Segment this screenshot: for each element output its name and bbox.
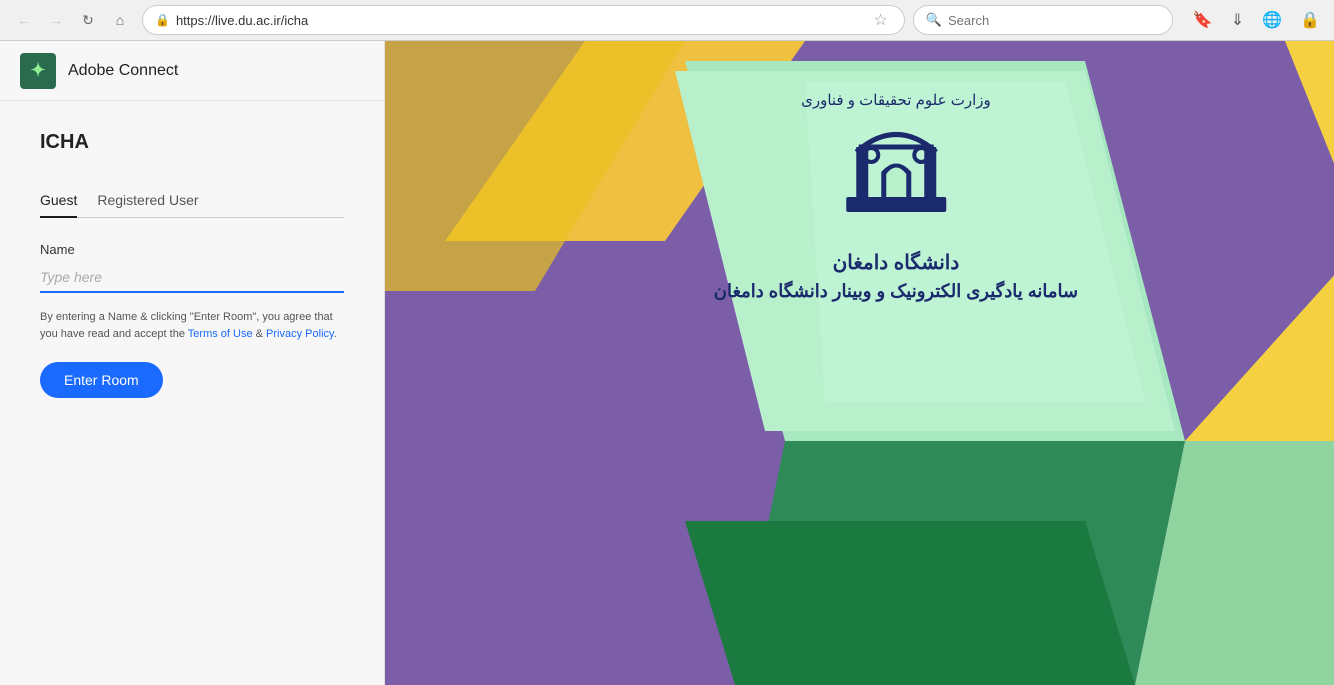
name-input[interactable] bbox=[40, 263, 344, 293]
room-name: ICHA bbox=[40, 131, 344, 154]
university-text-name: دانشگاه دامغان bbox=[714, 250, 1078, 275]
right-panel: وزارت علوم تحقیقات و فناوری bbox=[385, 41, 1334, 685]
name-label: Name bbox=[40, 242, 344, 257]
address-bar[interactable] bbox=[176, 13, 864, 28]
pocket-button[interactable]: 🔖 bbox=[1189, 8, 1217, 32]
search-input[interactable] bbox=[948, 13, 1160, 28]
terms-text: By entering a Name & clicking "Enter Roo… bbox=[40, 309, 344, 342]
university-text-top: وزارت علوم تحقیقات و فناوری bbox=[714, 91, 1078, 109]
forward-button[interactable]: → bbox=[42, 6, 70, 34]
address-bar-container: 🔒 ☆ bbox=[142, 5, 905, 35]
tab-registered-user[interactable]: Registered User bbox=[97, 184, 198, 218]
login-area: ICHA Guest Registered User Name By enter… bbox=[0, 101, 384, 685]
privacy-policy-link[interactable]: Privacy Policy bbox=[266, 328, 334, 340]
home-button[interactable]: ⌂ bbox=[106, 6, 134, 34]
back-button[interactable]: ← bbox=[10, 6, 38, 34]
university-overlay: وزارت علوم تحقیقات و فناوری bbox=[714, 91, 1078, 302]
download-button[interactable]: ⇓ bbox=[1227, 8, 1248, 32]
refresh-button[interactable]: ↻ bbox=[74, 6, 102, 34]
tab-guest[interactable]: Guest bbox=[40, 184, 77, 218]
app-header: ✦ Adobe Connect bbox=[0, 41, 384, 101]
enter-room-button[interactable]: Enter Room bbox=[40, 362, 163, 398]
globe-button[interactable]: 🌐 bbox=[1258, 8, 1286, 32]
search-icon: 🔍 bbox=[926, 12, 942, 28]
name-field-group: Name bbox=[40, 242, 344, 293]
search-container: 🔍 bbox=[913, 5, 1173, 35]
security-icon: 🔒 bbox=[155, 13, 170, 27]
nav-buttons: ← → ↻ ⌂ bbox=[10, 6, 134, 34]
profile-button[interactable]: 🔒 bbox=[1296, 8, 1324, 32]
bookmark-button[interactable]: ☆ bbox=[869, 10, 891, 30]
university-logo bbox=[836, 117, 956, 237]
geometric-background: وزارت علوم تحقیقات و فناوری bbox=[385, 41, 1334, 685]
browser-chrome: ← → ↻ ⌂ 🔒 ☆ 🔍 🔖 ⇓ 🌐 🔒 bbox=[0, 0, 1334, 41]
page-content: ✦ Adobe Connect ICHA Guest Registered Us… bbox=[0, 41, 1334, 685]
logo-symbol: ✦ bbox=[30, 60, 45, 81]
university-text-subtitle: سامانه یادگیری الکترونیک و وبینار دانشگا… bbox=[714, 281, 1078, 302]
toolbar-actions: 🔖 ⇓ 🌐 🔒 bbox=[1189, 8, 1324, 32]
left-panel: ✦ Adobe Connect ICHA Guest Registered Us… bbox=[0, 41, 385, 685]
app-title: Adobe Connect bbox=[68, 62, 178, 80]
terms-of-use-link[interactable]: Terms of Use bbox=[188, 328, 253, 340]
tab-container: Guest Registered User bbox=[40, 184, 344, 218]
app-logo-icon: ✦ bbox=[20, 53, 56, 89]
browser-toolbar: ← → ↻ ⌂ 🔒 ☆ 🔍 🔖 ⇓ 🌐 🔒 bbox=[0, 0, 1334, 40]
